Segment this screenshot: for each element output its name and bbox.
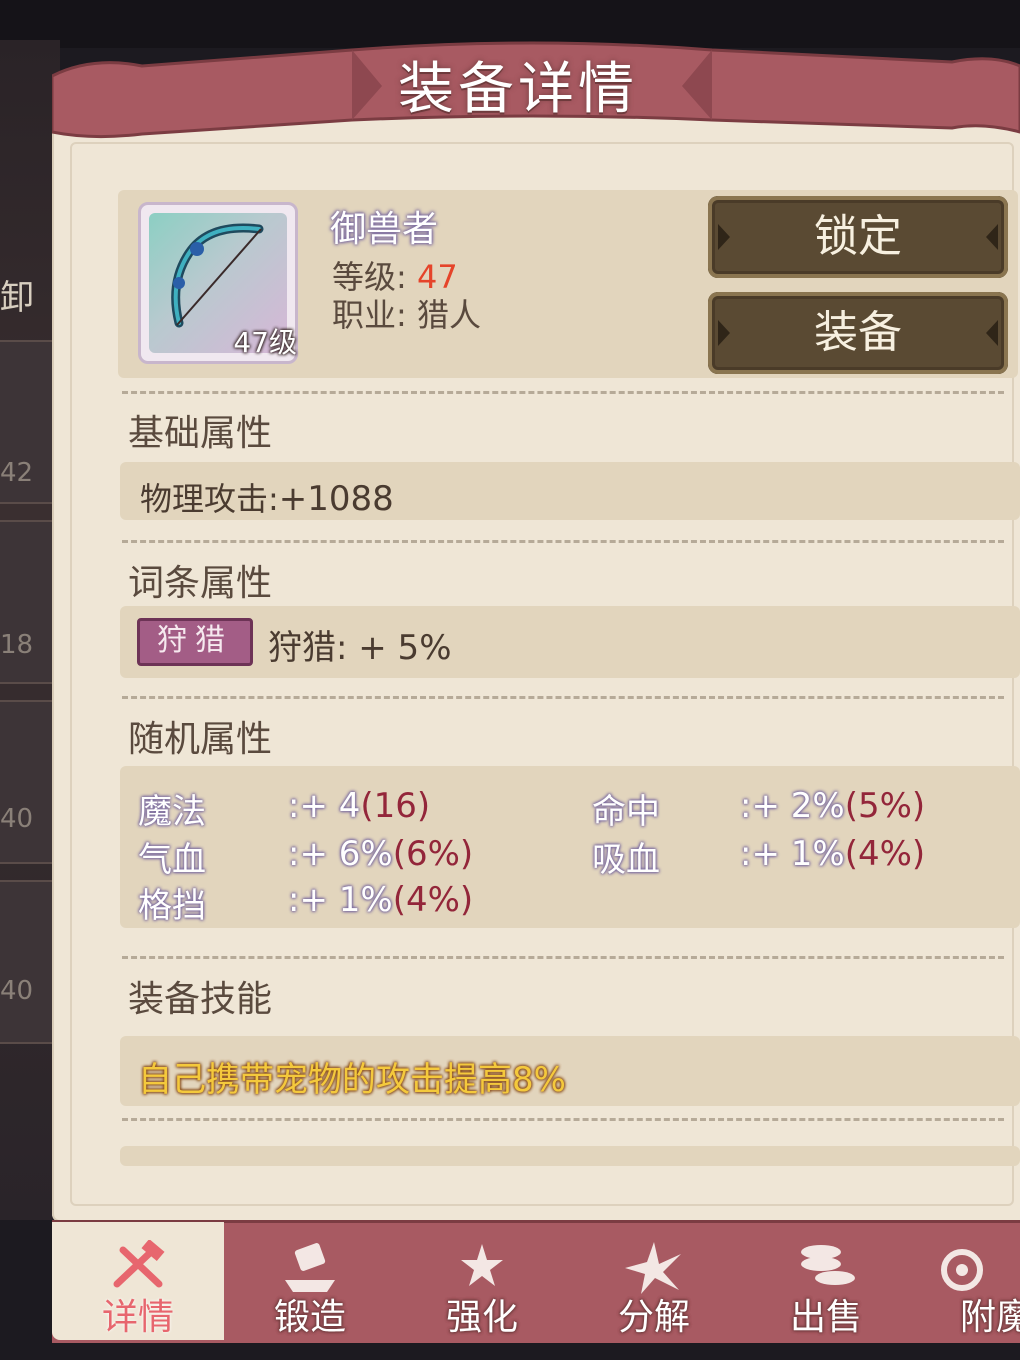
tab-detail[interactable]: 详情 [52, 1222, 224, 1340]
affix-attributes-box [120, 606, 1020, 678]
background-level: 18 [0, 630, 34, 660]
item-slot[interactable]: 47级 [138, 202, 298, 364]
random-attr-label: 命中 [592, 792, 660, 832]
class-value: 猎人 [416, 296, 481, 334]
equipment-skill-title: 装备技能 [128, 979, 273, 1020]
divider [122, 1118, 1004, 1121]
arrow-right-icon [986, 320, 998, 346]
random-attr-current: :+ 1% [288, 880, 393, 920]
affix-attributes-title: 词条属性 [128, 563, 273, 604]
arrow-left-icon [718, 320, 730, 346]
random-attr-current: :+ 1% [740, 834, 845, 874]
background-text: 卸 [0, 278, 34, 318]
random-attr-label: 吸血 [592, 840, 660, 880]
tab-forge[interactable]: 锻造 [224, 1222, 396, 1340]
item-level-badge: 47级 [233, 326, 297, 359]
arrow-left-icon [718, 224, 730, 250]
equip-button[interactable]: 装备 [708, 292, 1008, 374]
divider [122, 696, 1004, 699]
physical-attack-value: +1088 [278, 479, 394, 519]
physical-attack: 物理攻击:+1088 [140, 474, 394, 520]
random-attr-label: 格挡 [138, 886, 206, 926]
tab-label: 出售 [789, 1297, 862, 1338]
random-attr-current: :+ 4 [288, 786, 361, 826]
background-slot [0, 700, 52, 864]
tab-label: 强化 [445, 1297, 518, 1338]
affix-text: 狩猎: + 5% [268, 628, 452, 668]
next-box-partial [120, 1146, 1020, 1166]
tab-enchant[interactable]: 附魔 [912, 1222, 1020, 1340]
tab-enhance[interactable]: 强化 [396, 1222, 568, 1340]
random-attr-value: :+ 1%(4%) [740, 834, 925, 874]
tab-label: 详情 [101, 1297, 174, 1338]
random-attr-value: :+ 4(16) [288, 786, 430, 826]
random-attr-max: (4%) [844, 834, 926, 874]
random-attributes-title: 随机属性 [128, 719, 273, 760]
random-attr-value: :+ 6%(6%) [288, 834, 473, 874]
page-title: 装备详情 [398, 57, 638, 122]
random-attr-label: 魔法 [138, 792, 206, 832]
random-attr-label: 气血 [138, 840, 206, 880]
tab-label: 附魔 [960, 1297, 1020, 1338]
divider [122, 391, 1004, 394]
tab-sell[interactable]: 出售 [740, 1222, 912, 1340]
tab-label: 锻造 [273, 1297, 346, 1338]
random-attr-current: :+ 6% [288, 834, 393, 874]
item-class: 职业: 猎人 [332, 290, 481, 336]
random-attr-max: (16) [360, 786, 431, 826]
tab-label: 分解 [617, 1297, 690, 1338]
lock-button[interactable]: 锁定 [708, 196, 1008, 278]
random-attr-max: (5%) [844, 786, 926, 826]
tab-decompose[interactable]: 分解 [568, 1222, 740, 1340]
affix-badge[interactable]: 狩猎 [137, 618, 253, 666]
background-slot [0, 880, 52, 1044]
background-equipment-list: 卸 42 18 40 40 [0, 40, 60, 1220]
background-level: 40 [0, 804, 34, 834]
class-label: 职业: [332, 296, 407, 334]
background-level: 40 [0, 976, 34, 1006]
divider [122, 540, 1004, 543]
lock-button-label: 锁定 [814, 211, 902, 262]
arrow-right-icon [986, 224, 998, 250]
random-attr-max: (6%) [392, 834, 474, 874]
random-attr-current: :+ 2% [740, 786, 845, 826]
base-attributes-title: 基础属性 [128, 413, 273, 454]
equipment-skill-text: 自己携带宠物的攻击提高8% [138, 1060, 566, 1100]
random-attr-max: (4%) [392, 880, 474, 920]
random-attr-value: :+ 2%(5%) [740, 786, 925, 826]
divider [122, 956, 1004, 959]
background-level: 42 [0, 458, 34, 488]
equip-button-label: 装备 [814, 307, 902, 358]
random-attr-value: :+ 1%(4%) [288, 880, 473, 920]
physical-attack-label: 物理攻击: [140, 480, 279, 518]
item-name: 御兽者 [330, 209, 439, 250]
